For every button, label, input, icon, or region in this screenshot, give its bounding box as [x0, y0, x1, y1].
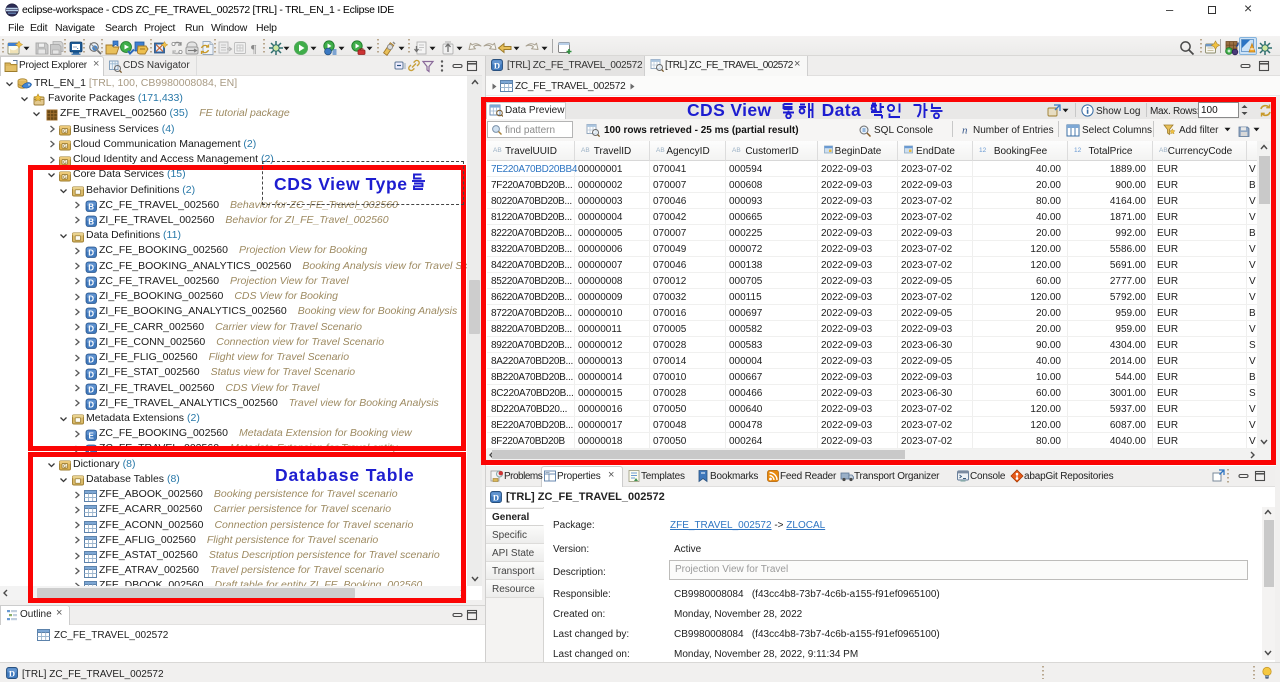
svg-text:D: D	[494, 61, 500, 71]
svg-text:D: D	[9, 669, 15, 679]
svg-text:G: G	[63, 159, 67, 164]
svg-text:D: D	[493, 493, 499, 503]
svg-text:¶: ¶	[251, 42, 257, 56]
svg-text:G: G	[63, 144, 67, 149]
svg-text:G: G	[63, 128, 67, 133]
